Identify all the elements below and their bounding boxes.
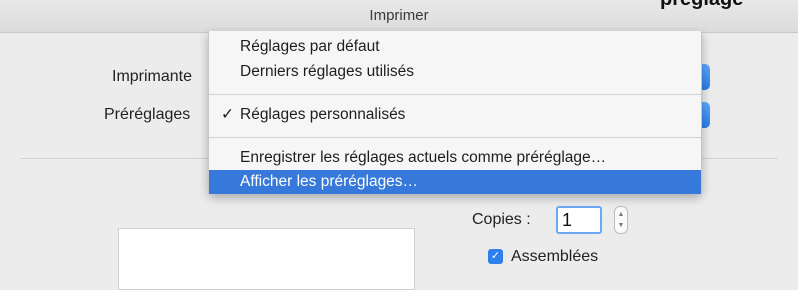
stepper-icon[interactable]: ▲ ▼ (614, 206, 628, 234)
copies-label: Copies : (472, 211, 531, 228)
collated-checkbox[interactable]: ✓ (488, 249, 503, 264)
presets-dropdown-menu: Réglages par défaut Derniers réglages ut… (208, 31, 702, 194)
menu-item-default[interactable]: Réglages par défaut (209, 35, 701, 59)
menu-item-label: Enregistrer les réglages actuels comme p… (240, 149, 607, 166)
collated-label: Assemblées (511, 248, 599, 265)
menu-item-label: Réglages par défaut (240, 38, 380, 55)
presets-label: Préréglages (104, 106, 191, 123)
menu-separator (209, 137, 701, 138)
checkmark-icon: ✓ (490, 250, 501, 262)
menu-separator (209, 94, 701, 95)
menu-item-show-presets[interactable]: Afficher les préréglages… (209, 170, 701, 194)
menu-item-last-used[interactable]: Derniers réglages utilisés (209, 60, 701, 84)
copies-field[interactable]: 1 (556, 206, 602, 234)
menu-item-label: Afficher les préréglages… (240, 173, 419, 190)
menu-item-save-preset[interactable]: Enregistrer les réglages actuels comme p… (209, 146, 701, 170)
page-heading-fragment: préglage (660, 0, 743, 11)
printer-label: Imprimante (112, 68, 193, 85)
print-preview (118, 228, 415, 290)
title-bar: Imprimer préglage (0, 0, 798, 33)
menu-item-label: Réglages personnalisés (240, 106, 406, 123)
menu-item-custom[interactable]: ✓ Réglages personnalisés (209, 103, 701, 127)
menu-item-label: Derniers réglages utilisés (240, 63, 415, 80)
check-icon: ✓ (221, 106, 234, 123)
